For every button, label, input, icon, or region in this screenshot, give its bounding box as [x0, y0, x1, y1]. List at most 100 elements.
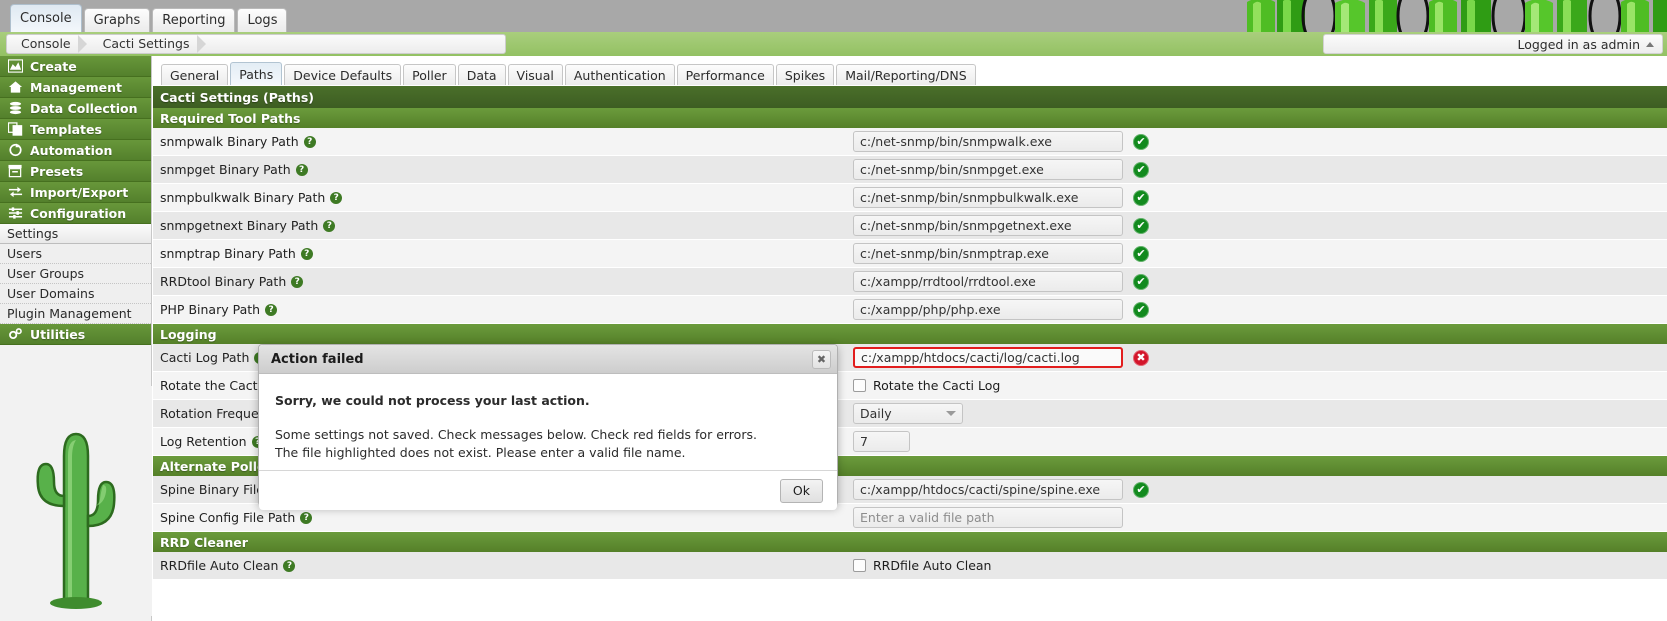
help-icon[interactable]: ? [283, 559, 296, 572]
snmpwalk-binary-path-input[interactable] [853, 131, 1123, 152]
status-ok-icon: ✔ [1133, 161, 1149, 178]
snmpgetnext-binary-path-input[interactable] [853, 215, 1123, 236]
tab-paths[interactable]: Paths [230, 62, 283, 85]
refresh-icon [9, 143, 22, 157]
sidebar-item-templates[interactable]: Templates [0, 119, 151, 140]
dialog-message-line-2: The file highlighted does not exist. Ple… [275, 445, 686, 461]
tab-spikes[interactable]: Spikes [775, 64, 835, 85]
sidebar-item-user-groups[interactable]: User Groups [0, 264, 151, 284]
primary-tab-bar: Console Graphs Reporting Logs [10, 4, 288, 32]
close-icon[interactable]: ✖ [812, 349, 831, 369]
breadcrumb-item-console[interactable]: Console [7, 35, 89, 53]
spine-binary-file-path-input[interactable] [853, 479, 1123, 500]
tab-logs[interactable]: Logs [237, 8, 288, 32]
sidebar-item-plugin-management-label: Plugin Management [7, 306, 132, 321]
label-text: snmpgetnext Binary Path [160, 218, 319, 233]
snmpbulkwalk-binary-path-input[interactable] [853, 187, 1123, 208]
sidebar-item-management-label: Management [30, 79, 123, 95]
tab-general[interactable]: General [161, 64, 229, 85]
help-icon[interactable]: ? [300, 511, 313, 524]
user-menu-label: Logged in as admin [1517, 36, 1640, 52]
log-retention-input[interactable] [853, 431, 910, 452]
row-rrdtool-binary-path: RRDtool Binary Path ? ✔ [153, 268, 1667, 296]
snmptrap-binary-path-input[interactable] [853, 243, 1123, 264]
gears-icon [9, 328, 22, 340]
row-snmptrap-binary-path: snmptrap Binary Path ? ✔ [153, 240, 1667, 268]
status-error-icon: ✖ [1133, 349, 1149, 366]
row-field: RRDfile Auto Clean [853, 558, 991, 573]
row-field: ✔ [853, 271, 1149, 292]
help-icon[interactable]: ? [303, 135, 316, 148]
help-icon[interactable]: ? [295, 163, 308, 176]
rotate-cacti-log-checkbox[interactable] [853, 379, 866, 392]
sidebar-item-presets-label: Presets [30, 163, 84, 179]
rrdtool-binary-path-input[interactable] [853, 271, 1123, 292]
cacti-log-path-input[interactable] [853, 347, 1123, 368]
dialog-header: Action failed ✖ [259, 345, 837, 374]
chart-icon [8, 59, 23, 73]
status-ok-icon: ✔ [1133, 133, 1149, 150]
tab-graphs[interactable]: Graphs [83, 8, 151, 32]
row-label: snmpgetnext Binary Path ? [153, 218, 853, 233]
rrdfile-auto-clean-checkbox-wrap[interactable]: RRDfile Auto Clean [853, 558, 991, 573]
exchange-icon [8, 186, 23, 198]
tab-reporting[interactable]: Reporting [152, 8, 236, 32]
sidebar-item-automation[interactable]: Automation [0, 140, 151, 161]
tab-authentication[interactable]: Authentication [564, 64, 675, 85]
help-icon[interactable]: ? [323, 219, 336, 232]
sidebar-item-settings[interactable]: Settings [0, 224, 151, 244]
sidebar-item-plugin-management[interactable]: Plugin Management [0, 304, 151, 324]
row-php-binary-path: PHP Binary Path ? ✔ [153, 296, 1667, 324]
tab-data[interactable]: Data [457, 64, 506, 85]
label-text: RRDtool Binary Path [160, 274, 287, 289]
row-field: Rotate the Cacti Log [853, 378, 1000, 393]
tab-visual[interactable]: Visual [507, 64, 563, 85]
tab-data-label: Data [466, 67, 497, 83]
breadcrumb-bar: Console Cacti Settings Logged in as admi… [0, 32, 1667, 56]
rrdfile-auto-clean-checkbox[interactable] [853, 559, 866, 572]
sidebar-item-users[interactable]: Users [0, 244, 151, 264]
label-text: Spine Config File Path [160, 510, 296, 525]
sidebar-item-utilities[interactable]: Utilities [0, 324, 151, 345]
sidebar-item-presets[interactable]: Presets [0, 161, 151, 182]
dialog-title: Action failed [271, 351, 364, 367]
dialog-message-line-1: Some settings not saved. Check messages … [275, 427, 757, 443]
help-icon[interactable]: ? [291, 275, 304, 288]
tab-performance[interactable]: Performance [676, 64, 774, 85]
breadcrumb-item-cacti-settings[interactable]: Cacti Settings [89, 35, 208, 53]
user-menu[interactable]: Logged in as admin [1323, 34, 1663, 54]
row-snmpget-binary-path: snmpget Binary Path ? ✔ [153, 156, 1667, 184]
status-ok-icon: ✔ [1133, 189, 1149, 206]
tab-device-defaults-label: Device Defaults [293, 67, 393, 83]
help-icon[interactable]: ? [330, 191, 343, 204]
sidebar-item-data-collection[interactable]: Data Collection [0, 98, 151, 119]
help-icon[interactable]: ? [300, 247, 313, 260]
label-text: snmpget Binary Path [160, 162, 291, 177]
sidebar-item-create[interactable]: Create [0, 56, 151, 77]
row-label: RRDtool Binary Path ? [153, 274, 853, 289]
sidebar-item-management[interactable]: Management [0, 77, 151, 98]
tab-poller[interactable]: Poller [403, 64, 456, 85]
tab-device-defaults[interactable]: Device Defaults [284, 64, 402, 85]
php-binary-path-input[interactable] [853, 299, 1123, 320]
label-text: snmpbulkwalk Binary Path [160, 190, 326, 205]
row-label: snmptrap Binary Path ? [153, 246, 853, 261]
sidebar-item-user-domains[interactable]: User Domains [0, 284, 151, 304]
tab-console[interactable]: Console [10, 4, 82, 32]
rotation-frequency-select[interactable]: Daily [853, 403, 963, 424]
sidebar-item-import-export[interactable]: Import/Export [0, 182, 151, 203]
sidebar-item-configuration[interactable]: Configuration [0, 203, 151, 224]
row-label: snmpwalk Binary Path ? [153, 134, 853, 149]
spine-config-file-path-input[interactable] [853, 507, 1123, 528]
label-text: Cacti Log Path [160, 350, 250, 365]
dialog-footer: Ok [259, 470, 837, 511]
section-header-rrd-cleaner: RRD Cleaner [153, 532, 1667, 552]
rotate-cacti-log-checkbox-wrap[interactable]: Rotate the Cacti Log [853, 378, 1000, 393]
snmpget-binary-path-input[interactable] [853, 159, 1123, 180]
tab-mail-reporting-dns[interactable]: Mail/Reporting/DNS [836, 64, 976, 85]
help-icon[interactable]: ? [265, 303, 278, 316]
dialog-body: Sorry, we could not process your last ac… [259, 374, 837, 470]
ok-button[interactable]: Ok [779, 478, 823, 503]
row-field: ✔ [853, 187, 1149, 208]
sidebar-item-user-domains-label: User Domains [7, 286, 95, 301]
